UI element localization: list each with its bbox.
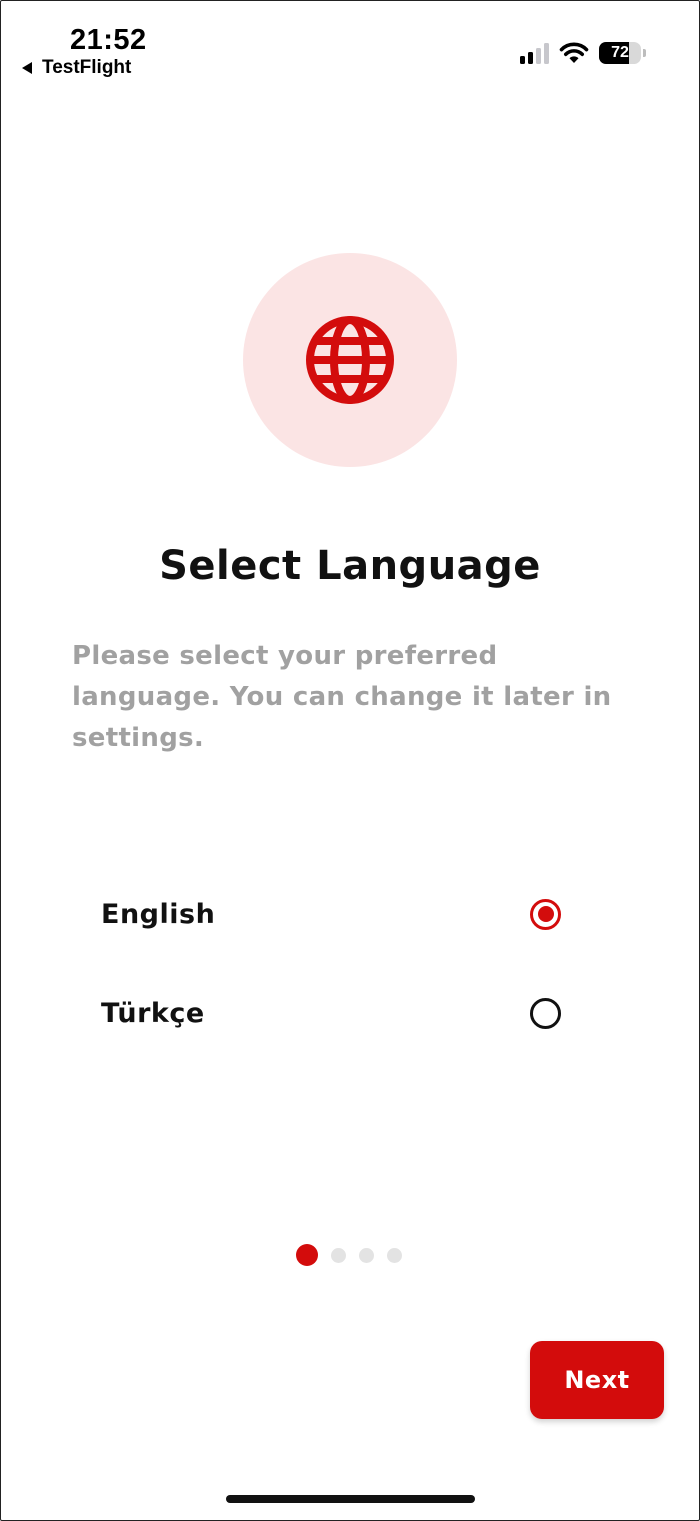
device-frame xyxy=(0,0,700,1521)
back-arrow-icon xyxy=(22,62,32,74)
page-dot xyxy=(387,1247,402,1263)
battery-level: 72 xyxy=(611,44,629,61)
language-option-turkish[interactable]: Türkçe xyxy=(101,988,561,1038)
page-dot xyxy=(359,1247,374,1263)
page-dot-active xyxy=(296,1244,318,1266)
language-label: English xyxy=(101,898,216,930)
language-option-english[interactable]: English xyxy=(101,889,561,939)
page-subtitle: Please select your preferred language. Y… xyxy=(72,641,612,753)
next-button[interactable]: Next xyxy=(530,1341,664,1419)
status-time: 21:52 xyxy=(70,24,147,56)
signal-icon xyxy=(520,42,549,64)
globe-badge xyxy=(243,253,457,467)
battery-icon: 72 xyxy=(599,42,641,64)
page-dot xyxy=(331,1247,346,1263)
globe-icon xyxy=(306,316,394,404)
status-indicators: 72 xyxy=(520,42,646,64)
battery-nub xyxy=(643,49,646,57)
radio-selected[interactable] xyxy=(530,898,561,930)
page-indicator xyxy=(296,1244,402,1266)
language-label: Türkçe xyxy=(101,997,205,1029)
page-title: Select Language xyxy=(159,543,541,589)
wifi-icon xyxy=(559,42,589,63)
back-app-label: TestFlight xyxy=(42,57,132,78)
home-indicator[interactable] xyxy=(226,1495,475,1503)
back-to-app-link[interactable]: TestFlight xyxy=(22,57,131,79)
radio-unselected[interactable] xyxy=(530,997,561,1029)
